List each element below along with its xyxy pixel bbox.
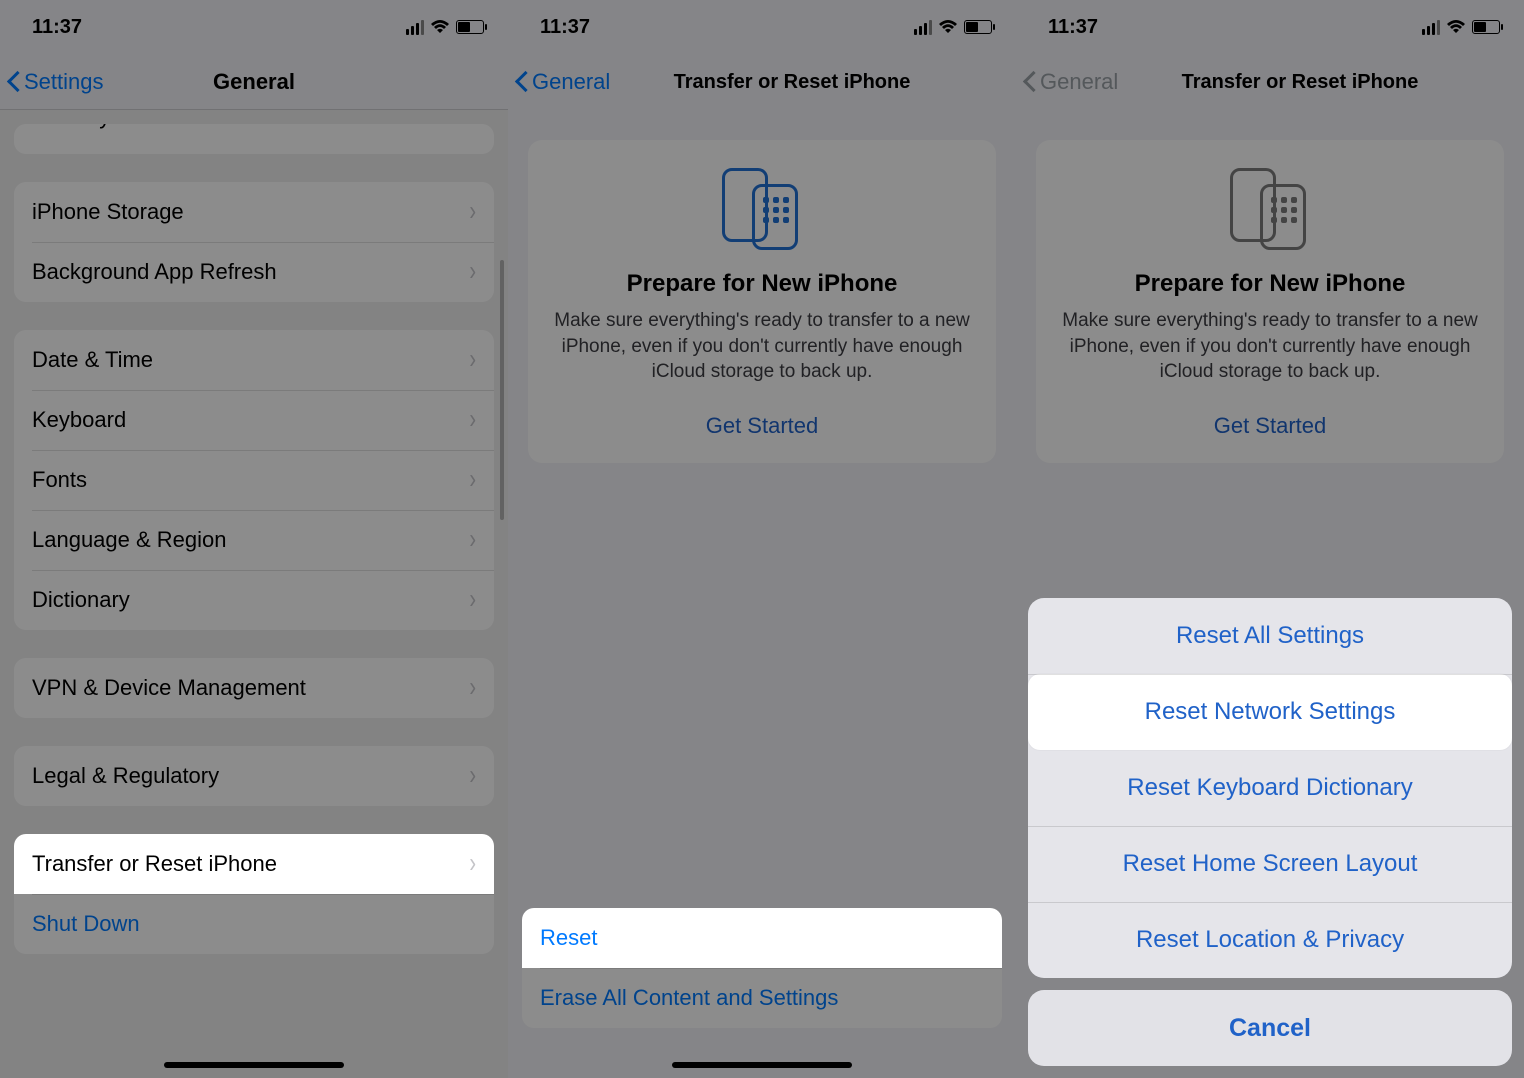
chevron-right-icon: › [469,524,476,556]
chevron-right-icon: › [469,848,476,880]
chevron-right-icon: › [469,344,476,376]
row-reset[interactable]: Reset [522,908,1002,968]
status-bar: 11:37 [0,0,508,54]
battery-icon [964,20,992,34]
back-label: General [532,69,610,95]
sheet-reset-network-settings[interactable]: Reset Network Settings [1028,674,1512,750]
chevron-right-icon: › [469,404,476,436]
group-system: Date & Time› Keyboard› Fonts› Language &… [14,330,494,630]
screen-general: 11:37 Settings General CarPlay › iPhon [0,0,508,1078]
status-bar: 11:37 [508,0,1016,54]
page-title: Transfer or Reset iPhone [1122,71,1419,94]
group-vpn: VPN & Device Management› [14,658,494,718]
group-bottom: Reset Erase All Content and Settings [522,908,1002,1028]
row-keyboard[interactable]: Keyboard› [14,390,494,450]
bottom-group-wrap: Reset Erase All Content and Settings [522,908,1002,1028]
chevron-left-icon [516,70,530,94]
chevron-right-icon: › [469,464,476,496]
row-transfer-reset[interactable]: Transfer or Reset iPhone› [14,834,494,894]
battery-icon [1472,20,1500,34]
group-carplay: CarPlay › [14,124,494,154]
wifi-icon [430,19,450,35]
back-button[interactable]: General [516,54,610,110]
page-title: General [213,69,295,95]
row-dictionary[interactable]: Dictionary› [14,570,494,630]
page-title: Transfer or Reset iPhone [614,71,911,94]
action-sheet: Reset All Settings Reset Network Setting… [1028,598,1512,1066]
group-reset: Transfer or Reset iPhone› Shut Down [14,834,494,954]
sheet-cancel-button[interactable]: Cancel [1028,990,1512,1066]
row-legal[interactable]: Legal & Regulatory› [14,746,494,806]
status-bar: 11:37 [1016,0,1524,54]
sheet-options: Reset All Settings Reset Network Setting… [1028,598,1512,978]
row-carplay[interactable]: CarPlay › [14,124,494,154]
status-time: 11:37 [1048,16,1098,39]
nav-bar: General Transfer or Reset iPhone [1016,54,1524,110]
row-iphone-storage[interactable]: iPhone Storage› [14,182,494,242]
row-fonts[interactable]: Fonts› [14,450,494,510]
nav-bar: Settings General [0,54,508,110]
home-indicator[interactable] [672,1062,852,1068]
row-erase-all[interactable]: Erase All Content and Settings [522,968,1002,1028]
prepare-card: Prepare for New iPhone Make sure everyth… [1036,140,1504,463]
screen-transfer-reset: 11:37 General Transfer or Reset iPhone P… [508,0,1016,1078]
prepare-desc: Make sure everything's ready to transfer… [552,308,972,385]
chevron-right-icon: › [469,256,476,288]
sheet-reset-home-screen[interactable]: Reset Home Screen Layout [1028,826,1512,902]
back-button[interactable]: Settings [8,54,104,109]
chevron-right-icon: › [469,124,476,132]
chevron-right-icon: › [469,584,476,616]
chevron-left-icon [8,70,22,94]
prepare-title: Prepare for New iPhone [1060,270,1480,298]
status-right [406,19,484,35]
status-time: 11:37 [540,16,590,39]
row-vpn[interactable]: VPN & Device Management› [14,658,494,718]
back-label: General [1040,69,1118,95]
sheet-reset-all-settings[interactable]: Reset All Settings [1028,598,1512,674]
scroll-indicator[interactable] [500,260,504,520]
wifi-icon [938,19,958,35]
battery-icon [456,20,484,34]
screen-reset-sheet: 11:37 General Transfer or Reset iPhone P… [1016,0,1524,1078]
chevron-right-icon: › [469,196,476,228]
row-date-time[interactable]: Date & Time› [14,330,494,390]
wifi-icon [1446,19,1466,35]
sheet-reset-keyboard-dictionary[interactable]: Reset Keyboard Dictionary [1028,750,1512,826]
home-indicator[interactable] [164,1062,344,1068]
chevron-left-icon [1024,70,1038,94]
chevron-right-icon: › [469,760,476,792]
cellular-icon [406,20,424,35]
cellular-icon [1422,20,1440,35]
transfer-phones-icon [1060,168,1480,252]
get-started-link[interactable]: Get Started [1060,413,1480,439]
prepare-card: Prepare for New iPhone Make sure everyth… [528,140,996,463]
prepare-desc: Make sure everything's ready to transfer… [1060,308,1480,385]
prepare-title: Prepare for New iPhone [552,270,972,298]
back-label: Settings [24,69,104,95]
sheet-reset-location-privacy[interactable]: Reset Location & Privacy [1028,902,1512,978]
group-legal: Legal & Regulatory› [14,746,494,806]
row-shut-down[interactable]: Shut Down [14,894,494,954]
get-started-link[interactable]: Get Started [552,413,972,439]
status-right [1422,19,1500,35]
cellular-icon [914,20,932,35]
group-storage: iPhone Storage› Background App Refresh› [14,182,494,302]
row-language-region[interactable]: Language & Region› [14,510,494,570]
nav-bar: General Transfer or Reset iPhone [508,54,1016,110]
row-background-refresh[interactable]: Background App Refresh› [14,242,494,302]
status-time: 11:37 [32,16,82,39]
status-right [914,19,992,35]
chevron-right-icon: › [469,672,476,704]
back-button[interactable]: General [1024,54,1118,110]
transfer-phones-icon [552,168,972,252]
